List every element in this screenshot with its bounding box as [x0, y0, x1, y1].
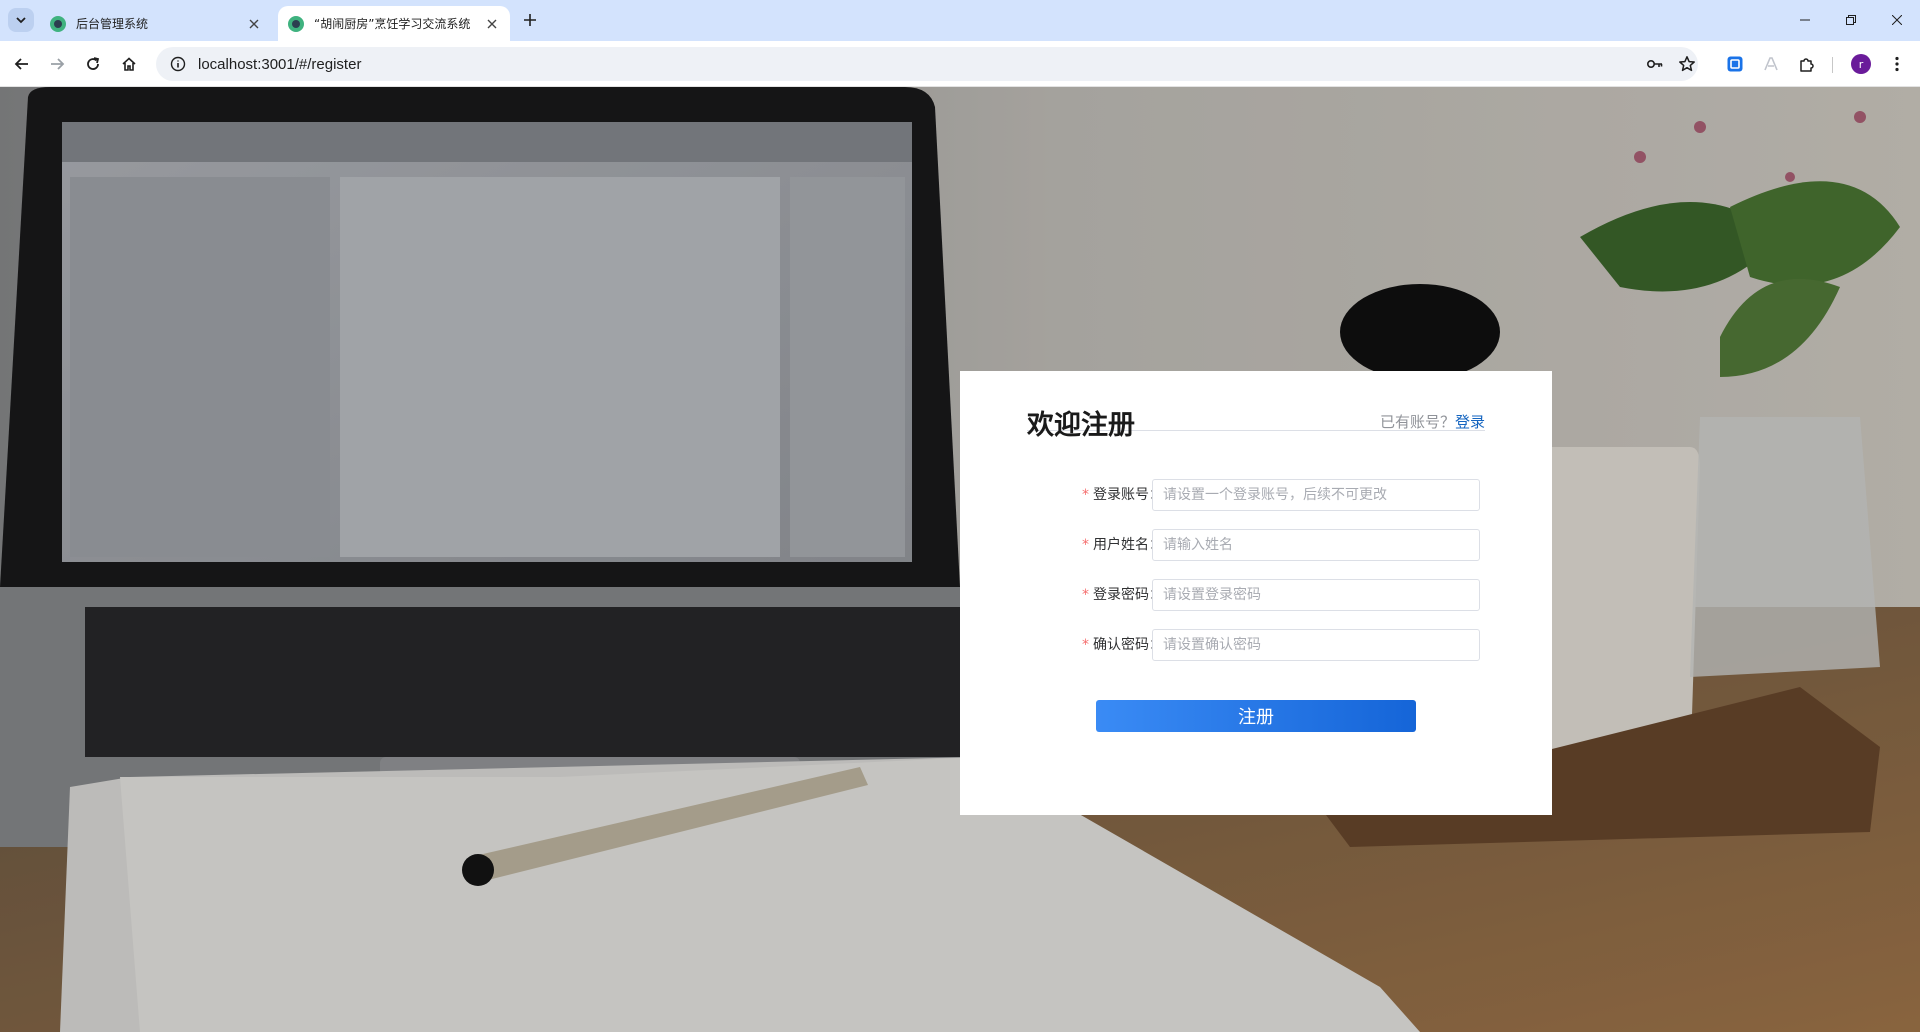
- star-icon: [1679, 56, 1695, 72]
- translate-extension-icon: [1727, 56, 1743, 72]
- site-info-icon[interactable]: [168, 54, 188, 74]
- browser-menu-button[interactable]: [1882, 49, 1912, 79]
- more-vertical-icon: [1895, 56, 1899, 72]
- plus-icon: [524, 14, 536, 26]
- page-viewport: 欢迎注册 已有账号？登录 *登录账号： *用户姓名： *登录密码： *确认密码：…: [0, 87, 1920, 1032]
- arrow-left-icon: [14, 58, 28, 70]
- password-input[interactable]: [1152, 579, 1480, 611]
- password-key-button[interactable]: [1640, 49, 1670, 79]
- key-icon: [1646, 60, 1663, 69]
- register-header: 欢迎注册 已有账号？登录: [1027, 407, 1485, 441]
- extensions-menu-button[interactable]: [1792, 49, 1822, 79]
- puzzle-icon: [1800, 58, 1814, 72]
- form-row-account: * 登录账号：: [960, 479, 1552, 511]
- url-text: localhost:3001/#/register: [198, 55, 362, 73]
- close-icon[interactable]: [246, 16, 262, 32]
- required-mark: *: [1082, 537, 1089, 553]
- extension-button[interactable]: [1720, 49, 1750, 79]
- name-input[interactable]: [1152, 529, 1480, 561]
- register-card: 欢迎注册 已有账号？登录 *登录账号： *用户姓名： *登录密码： *确认密码：…: [960, 371, 1552, 815]
- restore-button[interactable]: [1828, 0, 1874, 40]
- new-tab-button[interactable]: [518, 8, 542, 32]
- extension-a-icon: [1764, 57, 1778, 71]
- form-row-password: * 登录密码：: [960, 579, 1552, 611]
- restore-icon: [1846, 15, 1856, 25]
- minimize-icon: [1800, 19, 1810, 21]
- tab-search-button[interactable]: [8, 8, 34, 32]
- vue-favicon-icon: [50, 15, 66, 32]
- register-button[interactable]: 注册: [1096, 700, 1416, 732]
- login-prompt: 已有账号？登录: [1380, 411, 1485, 432]
- confirm-password-input[interactable]: [1152, 629, 1480, 661]
- extension-button[interactable]: [1756, 49, 1786, 79]
- required-mark: *: [1082, 637, 1089, 653]
- forward-button[interactable]: [43, 50, 71, 78]
- close-icon: [1892, 15, 1902, 25]
- home-button[interactable]: [115, 50, 143, 78]
- avatar: r: [1851, 54, 1871, 74]
- account-input[interactable]: [1152, 479, 1480, 511]
- home-icon: [122, 57, 136, 71]
- have-account-text: 已有账号？: [1379, 413, 1455, 431]
- address-bar[interactable]: localhost:3001/#/register: [156, 47, 1698, 81]
- reload-icon: [87, 57, 100, 70]
- profile-button[interactable]: r: [1846, 49, 1876, 79]
- minimize-button[interactable]: [1782, 0, 1828, 40]
- toolbar-divider: [1832, 57, 1833, 73]
- page-title: 欢迎注册: [1027, 410, 1135, 441]
- bookmark-button[interactable]: [1672, 49, 1702, 79]
- reload-button[interactable]: [79, 50, 107, 78]
- back-button[interactable]: [8, 50, 36, 78]
- login-link[interactable]: 登录: [1455, 413, 1485, 431]
- window-close-button[interactable]: [1874, 0, 1920, 40]
- tab-strip: 后台管理系统 “胡闹厨房”烹饪学习交流系统: [0, 0, 1920, 41]
- form-row-name: * 用户姓名：: [960, 529, 1552, 561]
- required-mark: *: [1082, 487, 1089, 503]
- browser-toolbar: localhost:3001/#/register r: [0, 41, 1920, 87]
- close-icon[interactable]: [484, 16, 500, 32]
- required-mark: *: [1082, 587, 1089, 603]
- vue-favicon-icon: [288, 15, 304, 32]
- chevron-down-icon: [16, 17, 26, 24]
- tab-title: 后台管理系统: [76, 17, 149, 31]
- form-row-confirm-password: * 确认密码：: [960, 629, 1552, 661]
- tab-title: “胡闹厨房”烹饪学习交流系统: [314, 17, 471, 31]
- tab-register[interactable]: “胡闹厨房”烹饪学习交流系统: [278, 6, 510, 41]
- arrow-right-icon: [51, 58, 65, 70]
- tab-admin[interactable]: 后台管理系统: [40, 6, 272, 41]
